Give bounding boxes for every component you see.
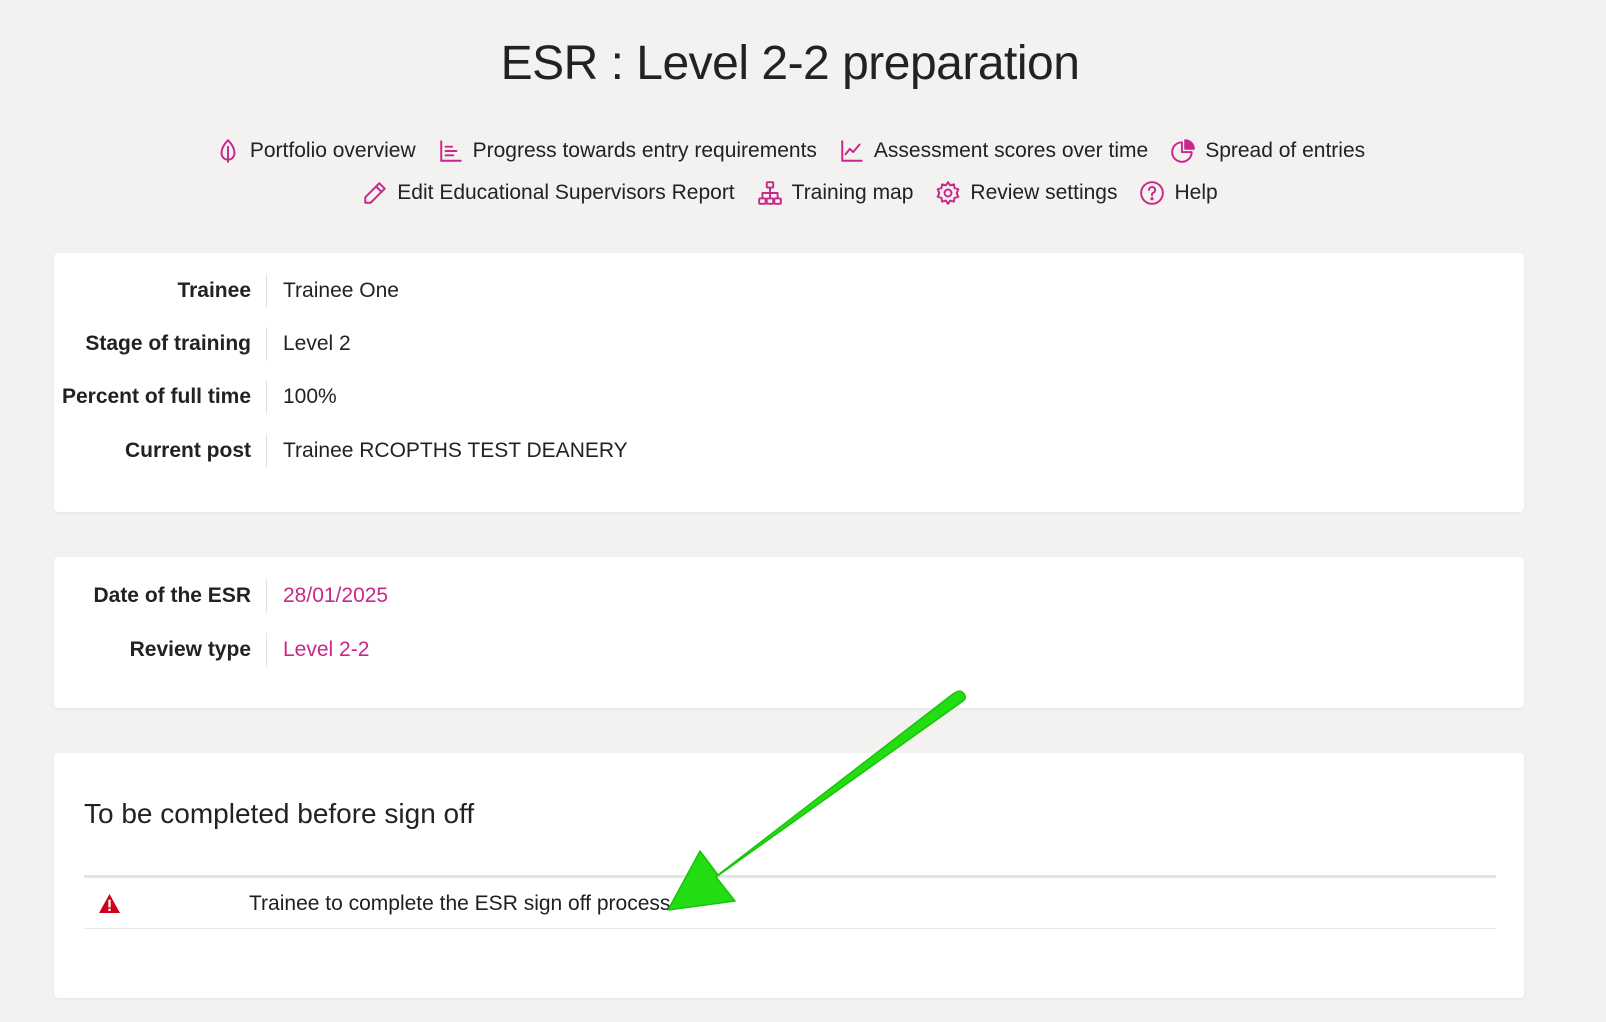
- nav-label: Portfolio overview: [249, 139, 416, 162]
- pencil-icon: [364, 182, 387, 204]
- review-details-card: Date of the ESR 28/01/2025 Review type L…: [54, 557, 1524, 708]
- nav-row-secondary: Edit Educational Supervisors Report Trai…: [0, 180, 1580, 206]
- nav-label: Edit Educational Supervisors Report: [397, 181, 735, 204]
- line-chart-icon: [841, 140, 863, 162]
- nav-label: Help: [1174, 181, 1218, 204]
- nav-label: Progress towards entry requirements: [472, 139, 817, 162]
- esr-date-link[interactable]: 28/01/2025: [266, 579, 388, 613]
- field-label: Current post: [125, 439, 251, 462]
- field-label: Review type: [129, 638, 251, 661]
- current-post-row: Current post Trainee RCOPTHS TEST DEANER…: [54, 434, 628, 468]
- stage-of-training-row: Stage of training Level 2: [54, 327, 351, 361]
- esr-date-row: Date of the ESR 28/01/2025: [54, 579, 388, 613]
- field-value: Level 2: [266, 327, 351, 361]
- bar-list-icon: [439, 140, 462, 162]
- percent-full-time-row: Percent of full time 100%: [54, 380, 337, 414]
- task-table: Trainee to complete the ESR sign off pro…: [84, 875, 1496, 929]
- nav-help[interactable]: Help: [1139, 180, 1218, 206]
- question-circle-icon: [1140, 181, 1165, 205]
- trainee-row: Trainee Trainee One: [54, 274, 399, 308]
- field-label: Date of the ESR: [93, 584, 251, 607]
- nav-assessment-scores[interactable]: Assessment scores over time: [839, 138, 1148, 164]
- trainee-details-card: Trainee Trainee One Stage of training Le…: [54, 253, 1524, 512]
- field-value: Trainee RCOPTHS TEST DEANERY: [266, 434, 628, 468]
- nav-label: Training map: [791, 181, 914, 204]
- task-row: Trainee to complete the ESR sign off pro…: [84, 878, 1496, 929]
- field-label: Percent of full time: [61, 385, 251, 408]
- task-text: Trainee to complete the ESR sign off pro…: [249, 891, 671, 915]
- field-label: Stage of training: [85, 332, 251, 355]
- nav-label: Assessment scores over time: [873, 139, 1149, 162]
- nav-training-map[interactable]: Training map: [757, 180, 914, 206]
- nav-portfolio-overview[interactable]: Portfolio overview: [215, 138, 416, 164]
- section-title: To be completed before sign off: [84, 798, 475, 829]
- pie-chart-icon: [1171, 139, 1195, 163]
- signoff-card: To be completed before sign off Trainee …: [54, 753, 1524, 998]
- field-label: Trainee: [177, 279, 251, 302]
- page-title: ESR : Level 2-2 preparation: [500, 37, 1080, 90]
- leaf-icon: [220, 139, 236, 163]
- nav-review-settings[interactable]: Review settings: [935, 180, 1117, 206]
- gear-icon: [937, 181, 960, 205]
- nav-spread-of-entries[interactable]: Spread of entries: [1170, 138, 1365, 164]
- nav-edit-es-report[interactable]: Edit Educational Supervisors Report: [362, 180, 735, 206]
- field-value: 100%: [266, 380, 337, 414]
- field-value: Trainee One: [266, 274, 399, 308]
- review-type-row: Review type Level 2-2: [54, 633, 369, 667]
- nav-progress-entry-requirements[interactable]: Progress towards entry requirements: [438, 138, 817, 164]
- sitemap-icon: [757, 181, 782, 205]
- warning-icon: [99, 893, 120, 914]
- nav-row-primary: Portfolio overview Progress towards entr…: [0, 138, 1580, 164]
- nav-label: Spread of entries: [1205, 139, 1366, 162]
- nav-label: Review settings: [970, 181, 1118, 204]
- review-type-link[interactable]: Level 2-2: [266, 633, 369, 667]
